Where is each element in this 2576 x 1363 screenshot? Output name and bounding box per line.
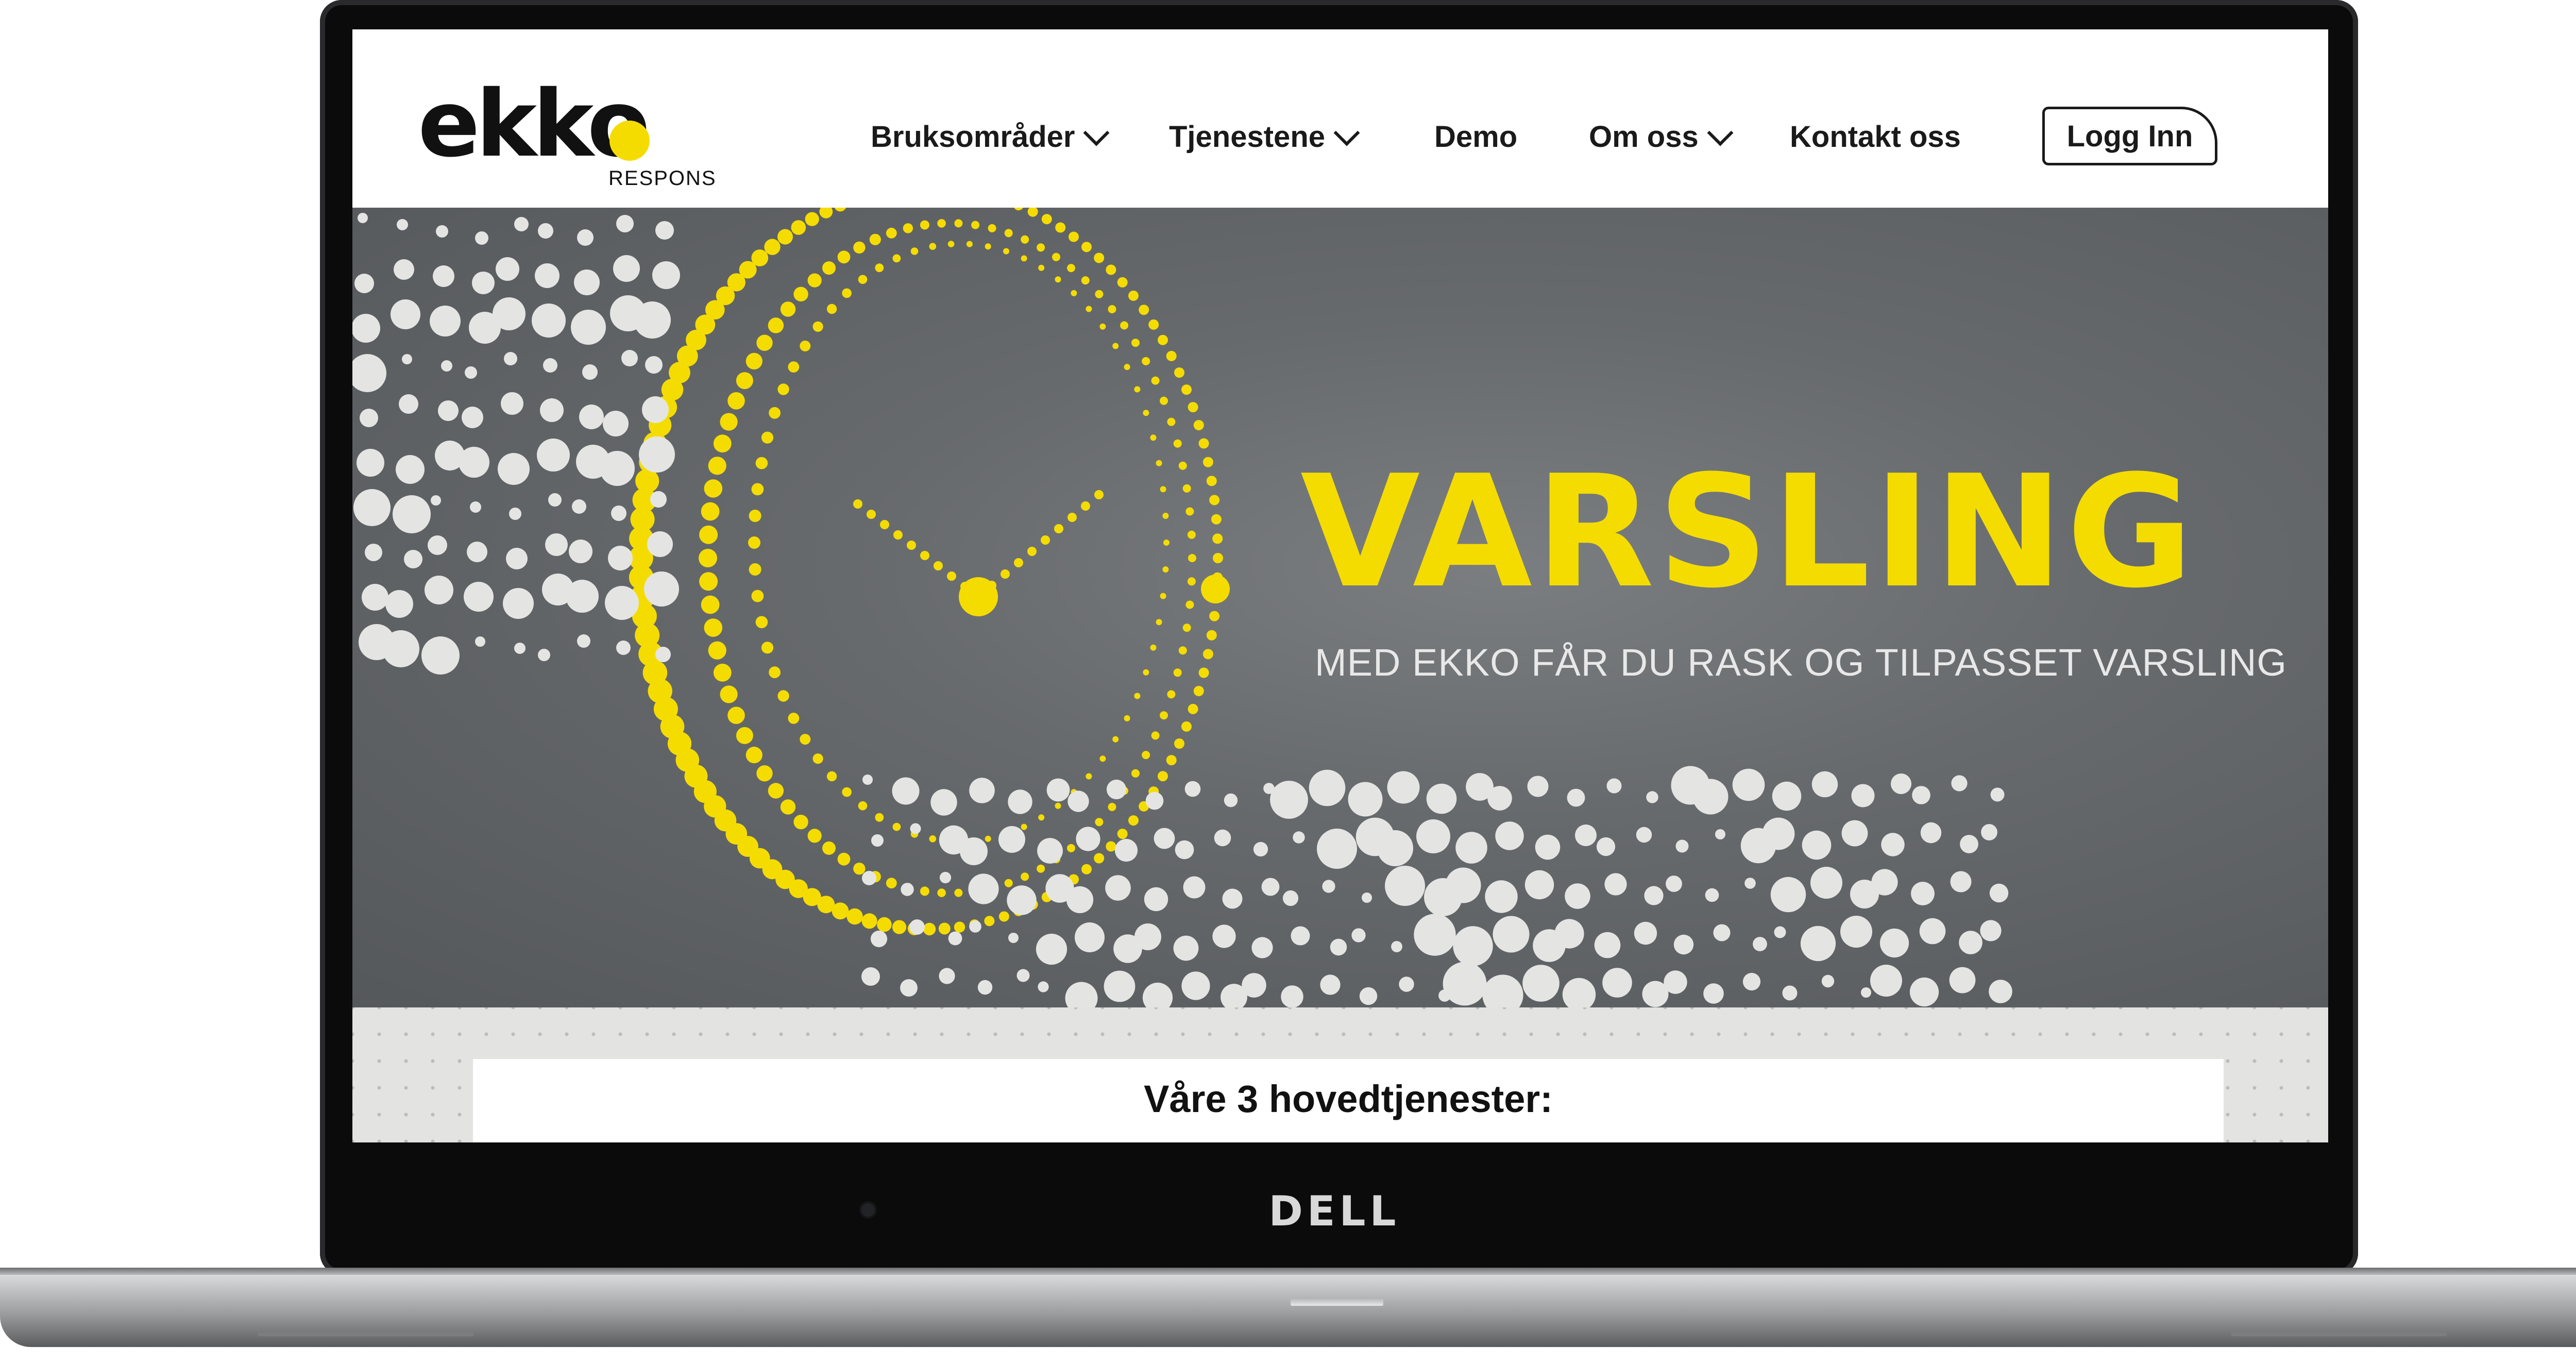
nav-item-om-oss[interactable]: Om oss <box>1589 120 1734 154</box>
nav-label: Om oss <box>1589 120 1699 154</box>
chevron-down-icon <box>1083 120 1110 146</box>
nav-item-bruksomrader[interactable]: Bruksområder <box>871 120 1110 154</box>
logo-subtitle: RESPONS <box>608 167 717 190</box>
dell-logo: DELL <box>1268 1187 1400 1235</box>
laptop-vent-left <box>258 1332 474 1336</box>
chevron-down-icon <box>1707 120 1734 146</box>
nav-label: Tjenestene <box>1169 120 1325 154</box>
logo-dot-icon <box>609 121 650 161</box>
laptop-base <box>0 1275 2576 1347</box>
nav-item-tjenestene[interactable]: Tjenestene <box>1169 120 1360 154</box>
services-section: Våre 3 hovedtjenester: <box>352 1007 2328 1142</box>
webcam-icon <box>861 1203 875 1217</box>
services-title: Våre 3 hovedtjenester: <box>1144 1077 1553 1120</box>
nav-label: Kontakt oss <box>1790 120 1961 154</box>
nav-label: Bruksområder <box>871 120 1075 154</box>
laptop-frame: DELL ekko RESPONS Bruksområder Tjenesten… <box>0 0 2576 1363</box>
login-button[interactable]: Logg Inn <box>2042 107 2217 165</box>
nav-item-demo[interactable]: Demo <box>1434 120 1517 154</box>
site-header: ekko RESPONS Bruksområder Tjenestene Dem… <box>352 29 2328 208</box>
nav-item-kontakt-oss[interactable]: Kontakt oss <box>1790 120 1961 154</box>
laptop-hinge-notch <box>1291 1298 1383 1306</box>
hero-banner: VARSLING MED EKKO FÅR DU RASK OG TILPASS… <box>352 208 2328 1007</box>
chevron-down-icon <box>1333 120 1360 146</box>
nav-label: Demo <box>1434 120 1518 154</box>
laptop-vent-right <box>2231 1332 2447 1336</box>
browser-viewport: ekko RESPONS Bruksområder Tjenestene Dem… <box>352 29 2328 1142</box>
services-card: Våre 3 hovedtjenester: <box>473 1059 2224 1142</box>
logo-wordmark: ekko <box>418 71 650 177</box>
hero-subtitle: MED EKKO FÅR DU RASK OG TILPASSET VARSLI… <box>1315 641 2287 684</box>
hero-title: VARSLING <box>1300 442 2197 622</box>
ekko-logo[interactable]: ekko RESPONS <box>418 71 716 190</box>
